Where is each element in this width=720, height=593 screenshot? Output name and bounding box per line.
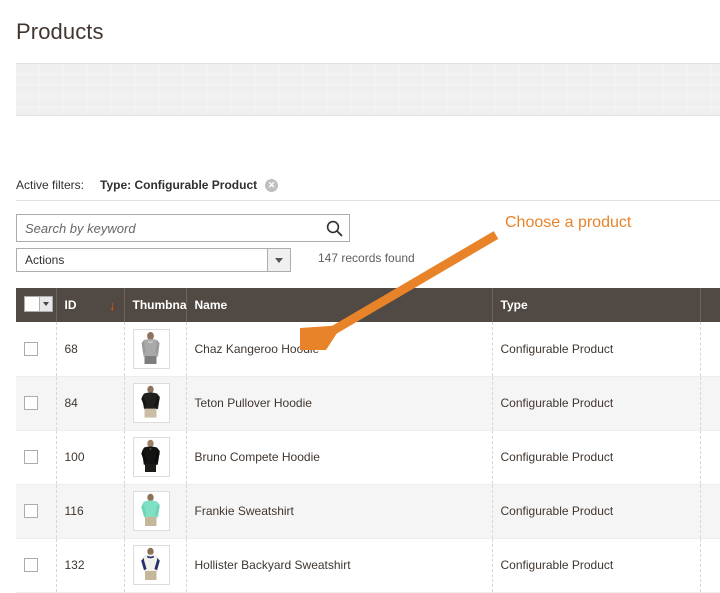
product-thumbnail-image bbox=[133, 383, 170, 423]
column-header-thumbnail[interactable]: Thumbnail bbox=[124, 288, 186, 322]
cell-thumbnail bbox=[124, 322, 186, 376]
cell-type: Configurable Product bbox=[492, 484, 700, 538]
cell-spacer bbox=[700, 376, 720, 430]
filter-chip-type[interactable]: Type: Configurable Product ✕ bbox=[100, 178, 278, 192]
row-checkbox-cell[interactable] bbox=[16, 538, 56, 592]
cell-id: 84 bbox=[56, 376, 124, 430]
chevron-down-icon[interactable] bbox=[267, 249, 290, 271]
filter-chip-label: Type: Configurable Product bbox=[100, 178, 257, 192]
records-found-text: 147 records found bbox=[318, 251, 415, 265]
row-checkbox-cell[interactable] bbox=[16, 376, 56, 430]
page-title: Products bbox=[0, 0, 720, 46]
sort-descending-arrow: ↓ bbox=[109, 299, 116, 312]
cell-name[interactable]: Frankie Sweatshirt bbox=[186, 484, 492, 538]
cell-thumbnail bbox=[124, 430, 186, 484]
close-circle-icon[interactable]: ✕ bbox=[265, 179, 278, 192]
column-header-select-all[interactable] bbox=[16, 288, 56, 322]
grid-body: 68 Chaz Kangeroo Hoodie Configurable Pro… bbox=[16, 322, 720, 592]
active-filters-label: Active filters: bbox=[16, 178, 84, 192]
products-grid: ID ↓ Thumbnail Name Type 68 bbox=[16, 288, 720, 593]
product-thumbnail-image bbox=[133, 491, 170, 531]
cell-spacer bbox=[700, 538, 720, 592]
row-checkbox-cell[interactable] bbox=[16, 322, 56, 376]
toolbar-placeholder-band bbox=[16, 63, 720, 116]
cell-type: Configurable Product bbox=[492, 538, 700, 592]
row-checkbox[interactable] bbox=[24, 396, 38, 410]
table-row[interactable]: 68 Chaz Kangeroo Hoodie Configurable Pro… bbox=[16, 322, 720, 376]
cell-spacer bbox=[700, 322, 720, 376]
column-header-id[interactable]: ID ↓ bbox=[56, 288, 124, 322]
actions-select-label: Actions bbox=[17, 253, 267, 267]
product-thumbnail-image bbox=[133, 329, 170, 369]
table-row[interactable]: 100 Bruno Compete Hoodie Configurable Pr… bbox=[16, 430, 720, 484]
table-row[interactable]: 116 Frankie Sweatshirt Configurable Prod… bbox=[16, 484, 720, 538]
table-row[interactable]: 132 Hollister Backyard Sweatshirt Config… bbox=[16, 538, 720, 592]
cell-id: 68 bbox=[56, 322, 124, 376]
cell-name[interactable]: Bruno Compete Hoodie bbox=[186, 430, 492, 484]
row-checkbox-cell[interactable] bbox=[16, 484, 56, 538]
search-box[interactable] bbox=[16, 214, 350, 242]
cell-id: 116 bbox=[56, 484, 124, 538]
cell-id: 132 bbox=[56, 538, 124, 592]
row-checkbox[interactable] bbox=[24, 342, 38, 356]
cell-name[interactable]: Teton Pullover Hoodie bbox=[186, 376, 492, 430]
cell-type: Configurable Product bbox=[492, 376, 700, 430]
column-header-name[interactable]: Name bbox=[186, 288, 492, 322]
column-header-type[interactable]: Type bbox=[492, 288, 700, 322]
search-icon[interactable] bbox=[319, 220, 349, 237]
cell-id: 100 bbox=[56, 430, 124, 484]
cell-type: Configurable Product bbox=[492, 322, 700, 376]
column-header-id-label: ID bbox=[65, 298, 77, 312]
cell-thumbnail bbox=[124, 484, 186, 538]
table-row[interactable]: 84 Teton Pullover Hoodie Configurable Pr… bbox=[16, 376, 720, 430]
row-checkbox[interactable] bbox=[24, 450, 38, 464]
cell-thumbnail bbox=[124, 376, 186, 430]
cell-name[interactable]: Chaz Kangeroo Hoodie bbox=[186, 322, 492, 376]
row-checkbox[interactable] bbox=[24, 504, 38, 518]
cell-spacer bbox=[700, 430, 720, 484]
grid-header-row: ID ↓ Thumbnail Name Type bbox=[16, 288, 720, 322]
search-input[interactable] bbox=[17, 215, 319, 241]
cell-type: Configurable Product bbox=[492, 430, 700, 484]
active-filters-bar: Active filters: Type: Configurable Produ… bbox=[16, 170, 720, 201]
row-checkbox[interactable] bbox=[24, 558, 38, 572]
cell-spacer bbox=[700, 484, 720, 538]
cell-name[interactable]: Hollister Backyard Sweatshirt bbox=[186, 538, 492, 592]
product-thumbnail-image bbox=[133, 437, 170, 477]
cell-thumbnail bbox=[124, 538, 186, 592]
checkbox-dropdown-icon[interactable] bbox=[24, 296, 53, 312]
row-checkbox-cell[interactable] bbox=[16, 430, 56, 484]
actions-select[interactable]: Actions bbox=[16, 248, 291, 272]
column-header-spacer bbox=[700, 288, 720, 322]
product-thumbnail-image bbox=[133, 545, 170, 585]
annotation-label: Choose a product bbox=[505, 214, 631, 232]
